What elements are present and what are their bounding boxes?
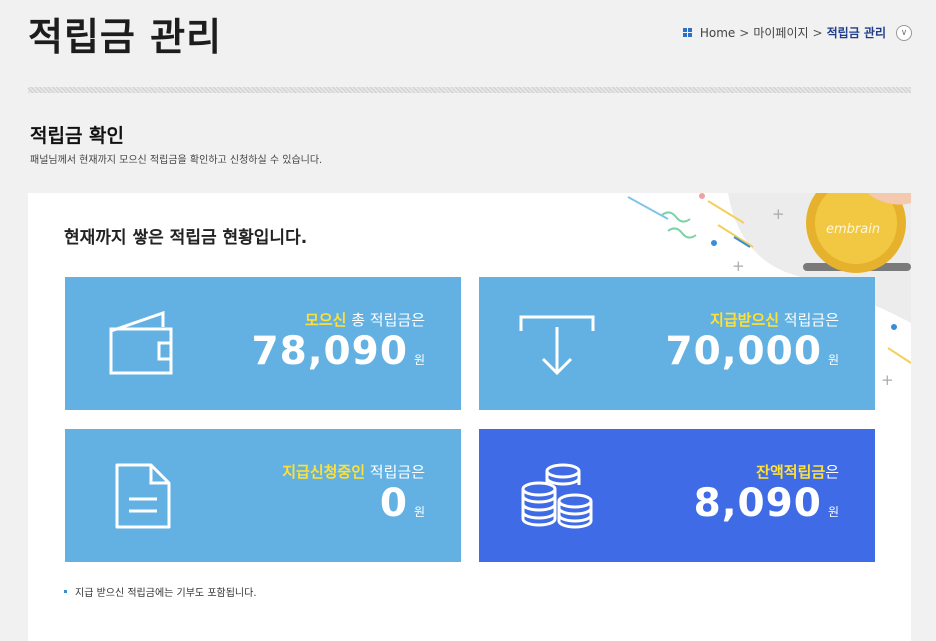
header-divider xyxy=(28,87,911,93)
chevron-down-icon[interactable]: ∨ xyxy=(896,24,912,41)
card-amount: 8,090 원 xyxy=(694,481,839,526)
svg-text:+: + xyxy=(881,371,894,389)
card-label: 지급받으신 적립금은 xyxy=(710,309,839,330)
amount-value: 8,090 xyxy=(693,481,822,526)
amount-value: 78,090 xyxy=(251,329,408,374)
total-points-card: 모으신 총 적립금은 78,090 원 xyxy=(65,277,461,410)
amount-unit: 원 xyxy=(827,505,839,519)
bullet-icon xyxy=(64,590,67,593)
card-label-suffix: 적립금은 xyxy=(365,463,425,481)
balance-points-card: 잔액적립금은 8,090 원 xyxy=(479,429,875,562)
download-arrow-icon xyxy=(519,315,595,376)
document-icon xyxy=(115,463,171,529)
svg-text:+: + xyxy=(772,205,785,223)
page-title: 적립금 관리 xyxy=(28,15,223,59)
pending-points-card: 지급신청중인 적립금은 0 원 xyxy=(65,429,461,562)
card-label-highlight: 지급신청중인 xyxy=(282,463,366,481)
card-label-highlight: 지급받으신 xyxy=(710,311,780,329)
decoration-illustration: + + + embrain xyxy=(627,193,911,389)
breadcrumb-current: 적립금 관리 xyxy=(826,26,886,40)
card-label: 잔액적립금은 xyxy=(756,461,839,482)
breadcrumb-separator: > xyxy=(739,25,750,40)
card-label-highlight: 잔액적립금 xyxy=(756,463,826,481)
card-label: 모으신 총 적립금은 xyxy=(305,309,425,330)
breadcrumb-separator: > xyxy=(812,25,823,40)
paid-points-card: 지급받으신 적립금은 70,000 원 xyxy=(479,277,875,410)
card-label-suffix: 총 적립금은 xyxy=(346,311,425,329)
card-amount: 78,090 원 xyxy=(251,329,425,374)
card-label-suffix: 적립금은 xyxy=(779,311,839,329)
section-description: 패널님께서 현재까지 모으신 적립금을 확인하고 신청하실 수 있습니다. xyxy=(30,155,323,166)
card-amount: 0 원 xyxy=(380,481,425,526)
amount-unit: 원 xyxy=(827,353,839,367)
card-label-suffix: 은 xyxy=(825,463,839,481)
svg-text:+: + xyxy=(732,257,745,275)
panel-heading: 현재까지 쌓은 적립금 현황입니다. xyxy=(64,228,308,248)
breadcrumb-home-link[interactable]: Home xyxy=(700,26,735,40)
breadcrumb-mypage-link[interactable]: 마이페이지 xyxy=(753,24,808,41)
card-label: 지급신청중인 적립금은 xyxy=(282,461,425,482)
svg-text:embrain: embrain xyxy=(826,222,880,237)
footnote-text: 지급 받으신 적립금에는 기부도 포함됩니다. xyxy=(75,588,257,599)
points-panel: + + + embrain 현재까지 쌓은 적립금 현황입니다. 모으신 총 적… xyxy=(28,193,911,641)
section-title: 적립금 확인 xyxy=(30,125,125,147)
card-label-highlight: 모으신 xyxy=(305,311,347,329)
amount-value: 0 xyxy=(379,481,408,526)
wallet-icon xyxy=(109,310,173,375)
coins-icon xyxy=(521,463,593,529)
card-amount: 70,000 원 xyxy=(665,329,839,374)
home-grid-icon xyxy=(682,28,692,37)
amount-unit: 원 xyxy=(413,353,425,367)
breadcrumb: Home > 마이페이지 > 적립금 관리 ∨ xyxy=(682,24,912,41)
amount-unit: 원 xyxy=(413,505,425,519)
footnote: 지급 받으신 적립금에는 기부도 포함됩니다. xyxy=(64,584,257,599)
amount-value: 70,000 xyxy=(665,329,822,374)
